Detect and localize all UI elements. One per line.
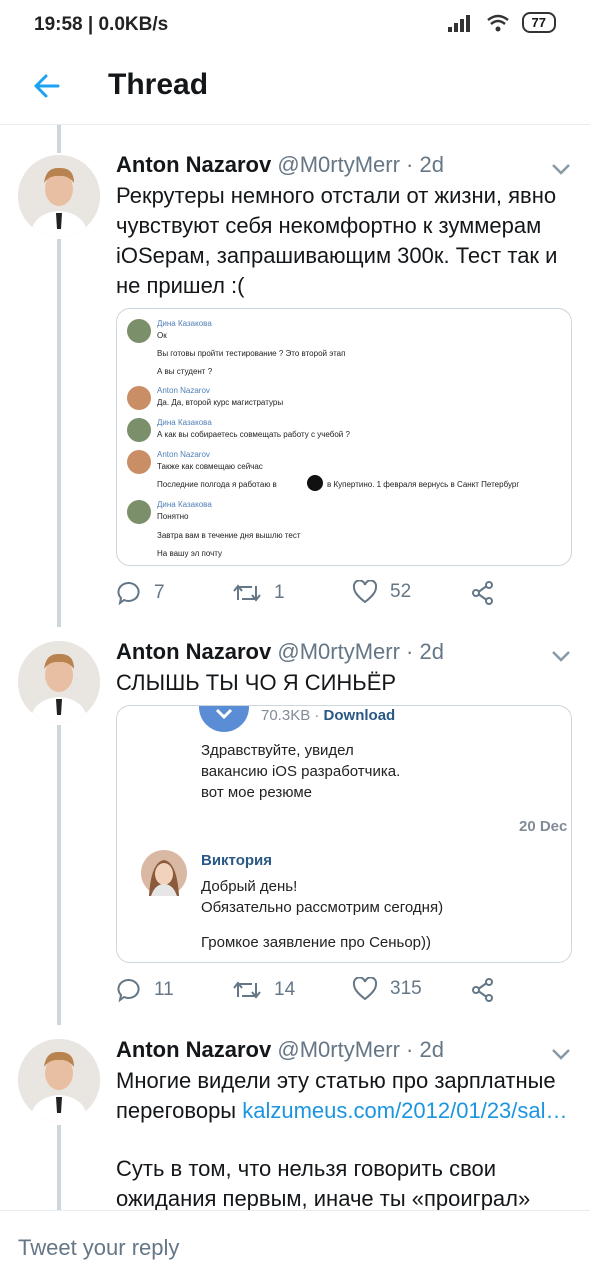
share-button[interactable] <box>470 580 508 606</box>
tweet-text: Рекрутеры немного отстали от жизни, явно… <box>116 183 558 298</box>
retweet-icon <box>233 584 261 602</box>
page-title: Thread <box>108 68 209 101</box>
reply-button[interactable]: 11 <box>116 977 174 1003</box>
retweet-count: 1 <box>274 582 285 603</box>
avatar[interactable] <box>18 155 100 237</box>
chat-message: Здравствуйте, увидел <box>201 742 354 759</box>
heart-icon <box>352 580 378 604</box>
file-size: 70.3KB · <box>261 707 324 724</box>
arrow-left-icon[interactable] <box>28 66 68 106</box>
chat-message: Последние полгода я работаю в <box>157 480 277 489</box>
status-icons: 77 <box>447 12 556 33</box>
chat-message: Вы готовы пройти тестирование ? Это втор… <box>157 349 346 358</box>
avatar <box>127 386 151 410</box>
thread: Anton Nazarov @M0rtyMerr · 2d Рекрутеры … <box>0 125 590 1210</box>
like-button[interactable]: 52 <box>352 580 411 604</box>
share-icon <box>472 978 493 1002</box>
status-bar: 19:58 | 0.0KB/s 77 <box>0 0 590 48</box>
thread-line <box>57 1125 61 1210</box>
retweet-button[interactable]: 14 <box>232 977 295 1003</box>
chat-message: Ок <box>157 331 167 340</box>
reply-button[interactable]: 7 <box>116 580 165 606</box>
chevron-down-icon[interactable] <box>550 1047 572 1061</box>
like-button[interactable]: 315 <box>352 977 422 1001</box>
chat-date: 20 Dec <box>519 818 568 835</box>
avatar-image <box>18 155 100 237</box>
reply-count: 7 <box>154 582 165 603</box>
chevron-down-icon[interactable] <box>550 162 572 176</box>
chat-message: в Купертино. 1 февраля вернусь в Санкт П… <box>327 480 520 489</box>
avatar-image <box>18 1039 100 1121</box>
chat-message: вот мое резюме <box>201 784 312 801</box>
reply-icon <box>117 582 140 606</box>
author-handle: @M0rtyMerr · 2d <box>277 152 444 177</box>
author-name[interactable]: Anton Nazarov <box>116 639 271 664</box>
avatar <box>127 418 151 442</box>
chat-message: Также как совмещаю сейчас <box>157 462 263 471</box>
tweet-text: СЛЫШЬ ТЫ ЧО Я СИНЬЁР <box>116 670 397 695</box>
chat-author: Дина Казакова <box>157 319 212 328</box>
chat-author: Дина Казакова <box>157 418 212 427</box>
chat-author: Дина Казакова <box>157 500 212 509</box>
tweet-actions: 7 1 52 <box>116 580 516 612</box>
chat-message: Понятно <box>157 512 189 521</box>
chat-message: Завтра вам в течение дня вышлю тест <box>157 531 301 540</box>
avatar <box>141 850 187 896</box>
author-handle: @M0rtyMerr · 2d <box>277 639 444 664</box>
article-link[interactable]: kalzumeus.com/2012/01/23/sal… <box>242 1098 567 1123</box>
wifi-icon <box>486 14 509 31</box>
chat-message: На вашу эл почту <box>157 549 223 558</box>
avatar[interactable] <box>18 641 100 723</box>
chat-message: А вы студент ? <box>157 367 213 376</box>
signal-icon <box>447 14 470 32</box>
share-icon <box>472 581 493 605</box>
reply-bar: Tweet your reply <box>0 1210 590 1281</box>
thread-line <box>57 125 61 153</box>
chat-message: Громкое заявление про Сеньор)) <box>201 934 432 951</box>
reply-input[interactable]: Tweet your reply <box>18 1235 179 1261</box>
avatar <box>127 319 151 343</box>
download-link[interactable]: Download <box>324 707 396 724</box>
thread-line <box>57 239 61 627</box>
avatar <box>127 500 151 524</box>
thread-line <box>57 725 61 1025</box>
redaction-mark <box>307 475 323 491</box>
status-time: 19:58 | 0.0KB/s <box>34 14 169 35</box>
chat-message: вакансию iOS разработчика. <box>201 763 401 780</box>
retweet-icon <box>233 981 261 999</box>
retweet-count: 14 <box>274 979 296 1000</box>
tweet-text: Многие видели эту статью про зарплатные … <box>116 1066 576 1126</box>
avatar[interactable] <box>18 1039 100 1121</box>
like-count: 52 <box>390 581 412 602</box>
author-handle: @M0rtyMerr · 2d <box>277 1037 444 1062</box>
chat-author: Anton Nazarov <box>157 386 210 395</box>
chat-author: Виктория <box>201 852 273 869</box>
author-name[interactable]: Anton Nazarov <box>116 1037 271 1062</box>
chat-message: Добрый день! <box>201 878 298 895</box>
tweet-image[interactable]: 70.3KB · Download Здравствуйте, увидел в… <box>116 705 572 963</box>
tweet-text-b: Суть в том, что нельзя говорить свои ожи… <box>116 1156 531 1210</box>
reply-icon <box>117 979 140 1003</box>
avatar-image <box>18 641 100 723</box>
tweet-actions: 11 14 315 <box>116 977 516 1009</box>
like-count: 315 <box>390 978 422 999</box>
chat-message: Обязательно рассмотрим сегодня) <box>201 899 444 916</box>
retweet-button[interactable]: 1 <box>232 580 285 606</box>
avatar <box>127 450 151 474</box>
author-name[interactable]: Anton Nazarov <box>116 152 271 177</box>
heart-icon <box>352 977 378 1001</box>
chevron-down-icon[interactable] <box>550 649 572 663</box>
reply-count: 11 <box>154 979 174 1000</box>
chat-message: Да. Да, второй курс магистратуры <box>157 398 284 407</box>
chat-author: Anton Nazarov <box>157 450 210 459</box>
battery-indicator: 77 <box>521 12 556 33</box>
share-button[interactable] <box>470 977 508 1003</box>
chat-message: А как вы собираетесь совмещать работу с … <box>157 430 350 439</box>
tweet-image[interactable]: Дина Казакова Ок Вы готовы пройти тестир… <box>116 308 572 566</box>
file-icon <box>199 706 249 732</box>
app-bar: Thread <box>0 48 590 125</box>
